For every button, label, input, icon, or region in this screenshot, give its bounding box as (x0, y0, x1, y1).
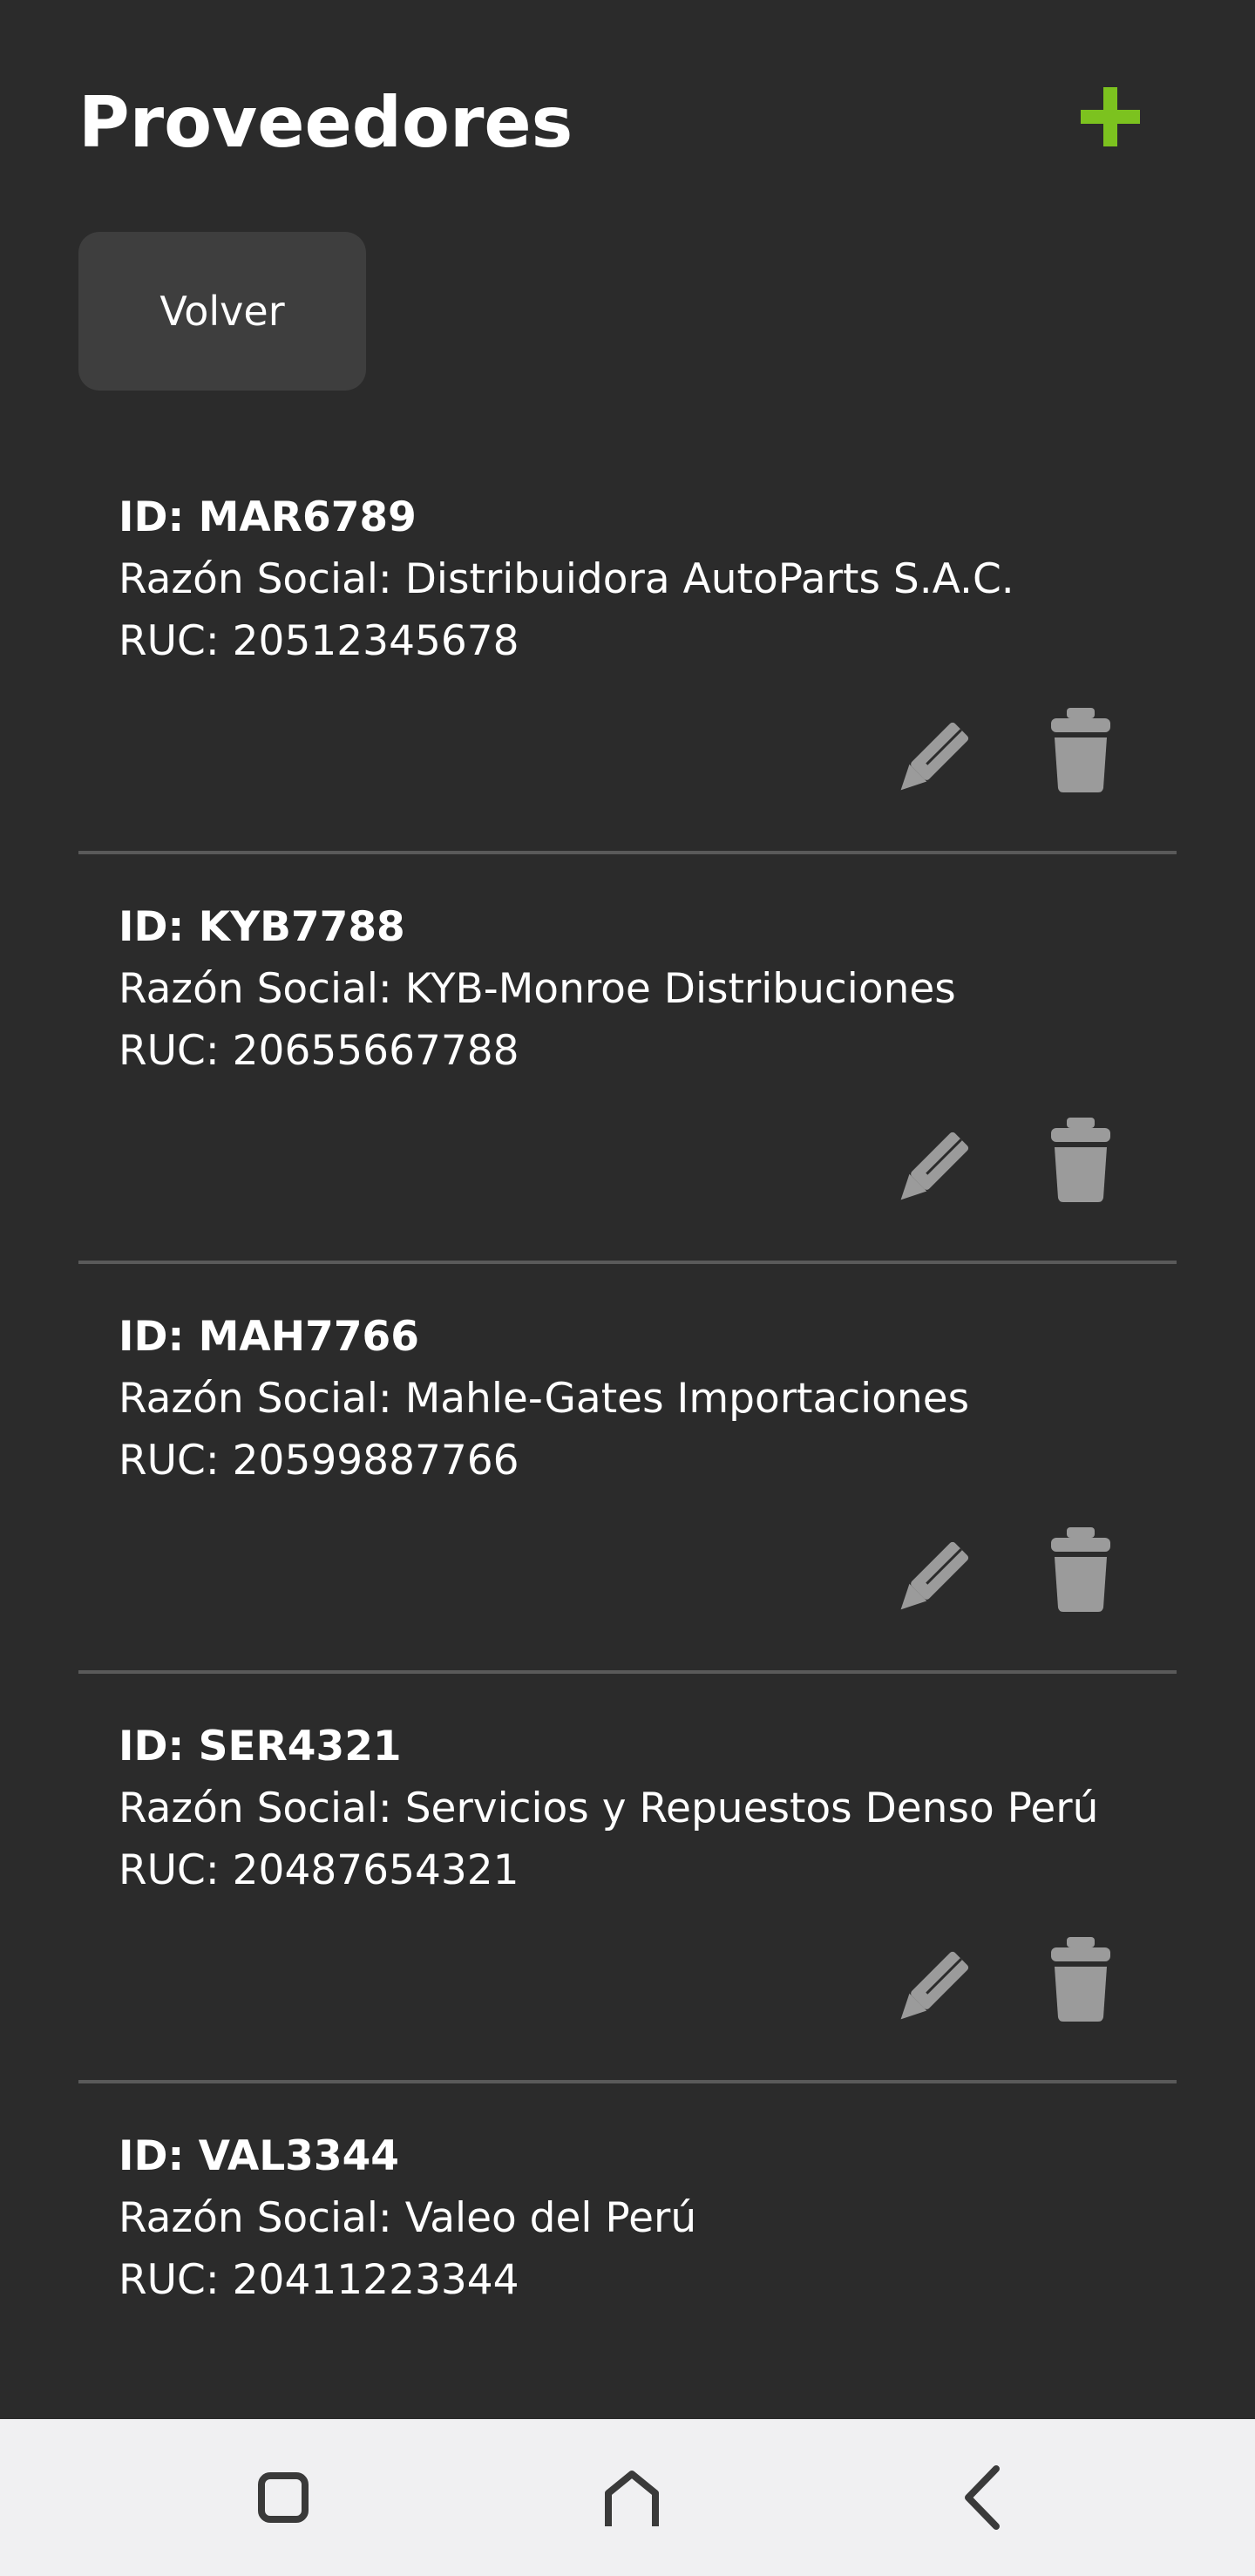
list-item: ID: SER4321 Razón Social: Servicios y Re… (78, 1674, 1177, 2083)
provider-ruc: RUC: 20599887766 (119, 1437, 519, 1485)
provider-id: ID: MAH7766 (119, 1313, 419, 1361)
trash-icon[interactable] (1046, 1116, 1116, 1203)
provider-ruc: RUC: 20655667788 (119, 1027, 519, 1075)
list-item: ID: MAR6789 Razón Social: Distribuidora … (78, 445, 1177, 854)
provider-razon-social: Razón Social: Distribuidora AutoParts S.… (119, 555, 1014, 603)
provider-id: ID: MAR6789 (119, 493, 417, 541)
trash-icon[interactable] (1046, 706, 1116, 793)
provider-ruc: RUC: 20411223344 (119, 2256, 519, 2304)
provider-razon-social: Razón Social: Valeo del Perú (119, 2194, 697, 2242)
pencil-icon[interactable] (891, 706, 985, 800)
home-icon[interactable] (593, 2458, 671, 2537)
provider-razon-social: Razón Social: KYB-Monroe Distribuciones (119, 965, 956, 1013)
trash-icon[interactable] (1046, 1935, 1116, 2022)
list-item: ID: KYB7788 Razón Social: KYB-Monroe Dis… (78, 854, 1177, 1264)
back-button[interactable]: Volver (78, 232, 366, 391)
provider-list: ID: MAR6789 Razón Social: Distribuidora … (78, 445, 1177, 2493)
list-item: ID: MAH7766 Razón Social: Mahle-Gates Im… (78, 1264, 1177, 1674)
pencil-icon[interactable] (891, 1935, 985, 2029)
chevron-left-icon[interactable] (946, 2458, 1024, 2537)
provider-razon-social: Razón Social: Mahle-Gates Importaciones (119, 1375, 970, 1423)
pencil-icon[interactable] (891, 1526, 985, 1620)
square-icon[interactable] (244, 2458, 322, 2537)
plus-icon[interactable] (1079, 85, 1142, 148)
provider-id: ID: SER4321 (119, 1723, 402, 1771)
page-title: Proveedores (78, 82, 573, 163)
system-nav-bar (0, 2419, 1255, 2576)
header: Proveedores (78, 70, 1177, 166)
provider-id: ID: VAL3344 (119, 2132, 399, 2180)
trash-icon[interactable] (1046, 1526, 1116, 1613)
provider-id: ID: KYB7788 (119, 903, 405, 951)
provider-ruc: RUC: 20487654321 (119, 1846, 519, 1894)
pencil-icon[interactable] (891, 1116, 985, 1210)
provider-razon-social: Razón Social: Servicios y Repuestos Dens… (119, 1784, 1099, 1832)
provider-ruc: RUC: 20512345678 (119, 617, 519, 665)
